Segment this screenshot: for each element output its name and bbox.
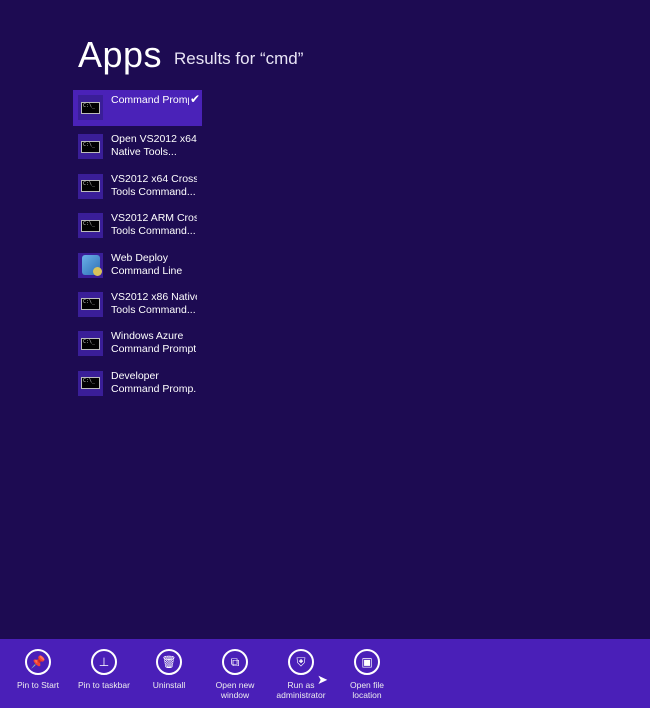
pin-icon: 📌 [25, 649, 51, 675]
button-label: window [220, 690, 250, 700]
list-item[interactable]: Open VS2012 x64Native Tools... [73, 129, 202, 165]
item-label: Native Tools... [111, 146, 177, 159]
list-item[interactable]: Web Deploy Command Line [73, 248, 202, 284]
button-label: Uninstall [152, 680, 186, 690]
command-prompt-icon [78, 95, 103, 120]
item-label: Tools Command... [111, 225, 196, 238]
uninstall-button[interactable]: 🗑 Uninstall [136, 649, 202, 690]
command-prompt-icon [78, 173, 103, 199]
item-label: Command Line [111, 264, 183, 277]
item-label: Command Promp... [111, 382, 197, 395]
command-prompt-icon [78, 134, 103, 160]
folder-icon: ▣ [354, 649, 380, 675]
command-prompt-icon [78, 331, 103, 357]
results-list: Command Prompt ✔ Open VS2012 x64Native T… [73, 90, 202, 405]
list-item[interactable]: Command Prompt ✔ [73, 90, 202, 126]
button-label: Open file [349, 680, 385, 690]
mouse-cursor-icon: ➤ [317, 672, 328, 687]
item-label: VS2012 ARM Cross [111, 212, 197, 225]
command-prompt-icon [78, 291, 103, 317]
item-label: Tools Command... [111, 303, 196, 316]
button-label: Pin to taskbar [78, 680, 130, 690]
list-item[interactable]: VS2012 ARM CrossTools Command... [73, 208, 202, 244]
trash-icon: 🗑 [156, 649, 182, 675]
item-label: Tools Command... [111, 185, 196, 198]
shield-icon: ⛨ [288, 649, 314, 675]
item-label: Command Prompt [111, 343, 197, 356]
item-label: Developer [111, 369, 159, 382]
web-deploy-icon [78, 252, 103, 278]
button-label: Open new [215, 680, 255, 690]
button-label: location [352, 690, 382, 700]
open-new-window-button[interactable]: ⧉ Open new window [202, 649, 268, 700]
item-label: Command Prompt [111, 94, 189, 106]
item-label: Web Deploy [111, 251, 169, 264]
command-prompt-icon [78, 213, 103, 239]
list-item[interactable]: Windows AzureCommand Prompt [73, 326, 202, 362]
pin-to-start-button[interactable]: 📌 Pin to Start [5, 649, 71, 690]
open-file-location-button[interactable]: ▣ Open file location [334, 649, 400, 700]
checkmark-icon: ✔ [189, 92, 200, 106]
page-title: Apps [78, 34, 163, 75]
pin-to-taskbar-button[interactable]: ⊥ Pin to taskbar [71, 649, 137, 690]
button-label: administrator [276, 690, 326, 700]
item-label: Windows Azure [111, 330, 184, 343]
button-label: Pin to Start [16, 680, 60, 690]
list-item[interactable]: VS2012 x86 NativeTools Command... [73, 287, 202, 323]
command-prompt-icon [78, 370, 103, 396]
item-label: VS2012 x64 Cross [111, 172, 197, 185]
pin-taskbar-icon: ⊥ [91, 649, 117, 675]
item-label: Open VS2012 x64 [111, 133, 197, 146]
new-window-icon: ⧉ [222, 649, 248, 675]
list-item[interactable]: DeveloperCommand Promp... [73, 366, 202, 402]
search-results-subtitle: Results for “cmd” [174, 49, 304, 68]
item-label: VS2012 x86 Native [111, 290, 197, 303]
list-item[interactable]: VS2012 x64 CrossTools Command... [73, 169, 202, 205]
